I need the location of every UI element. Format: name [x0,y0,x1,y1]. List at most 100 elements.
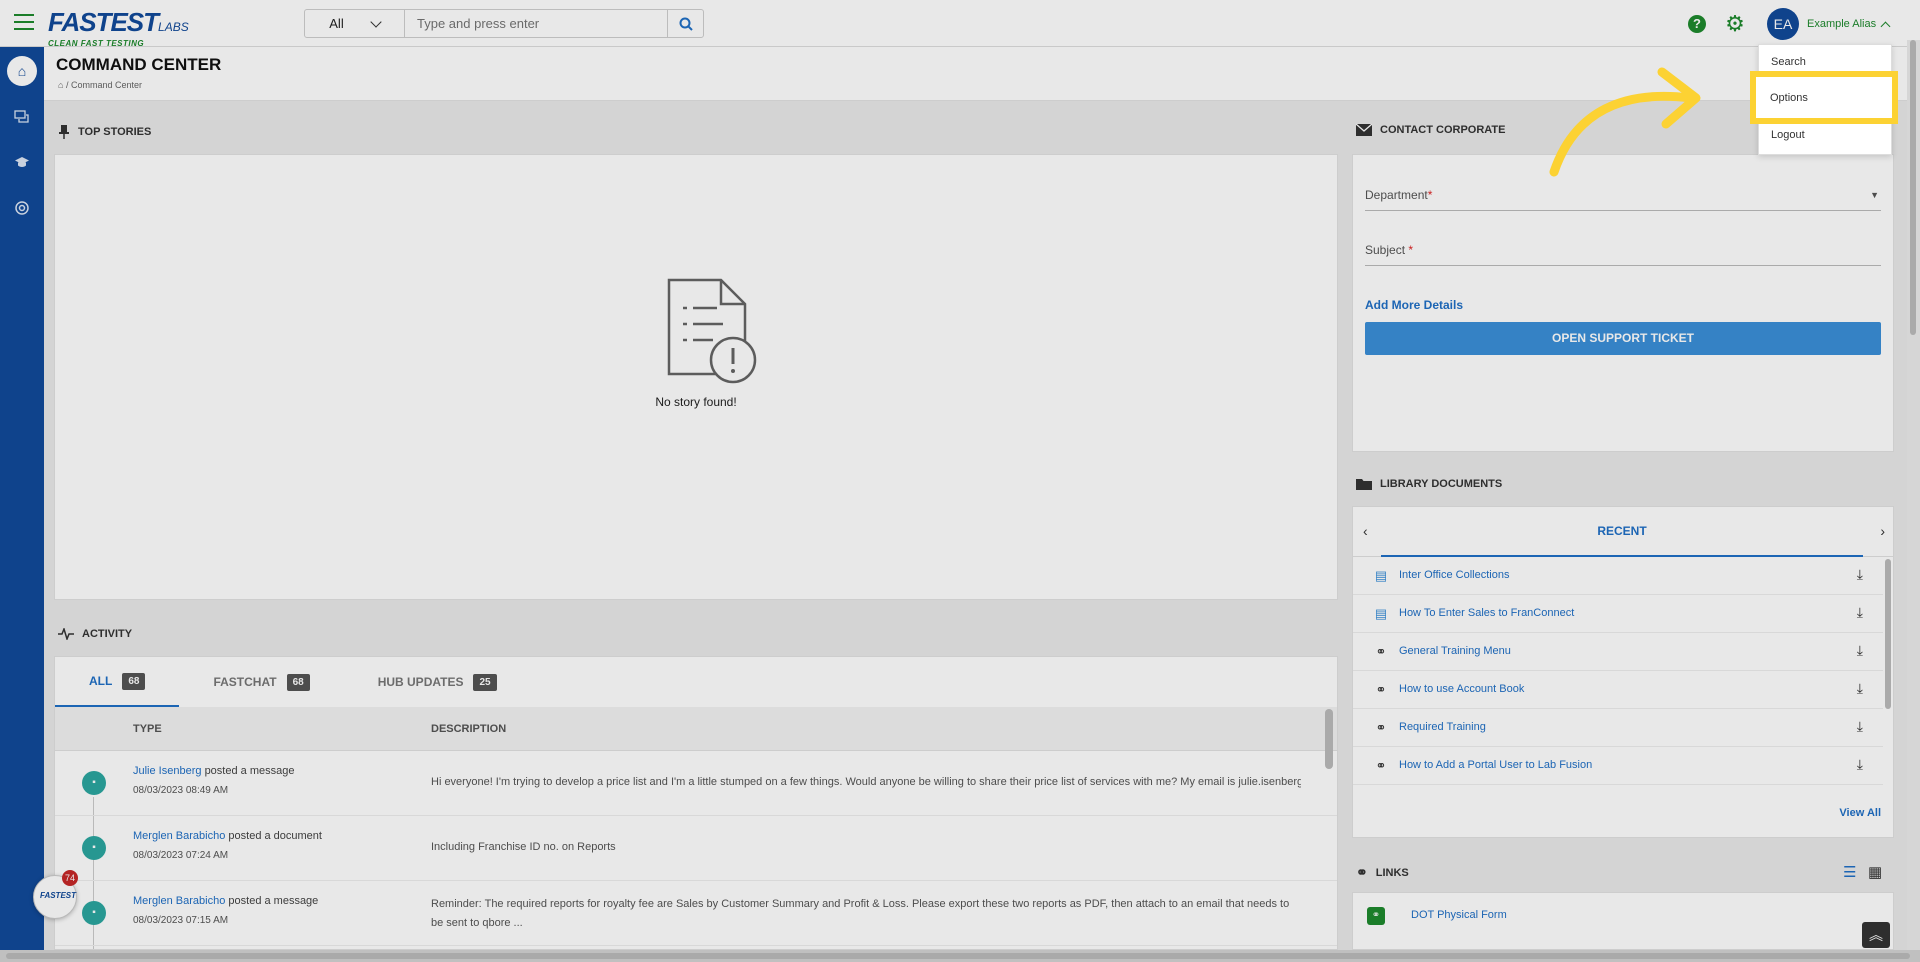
app-logo[interactable]: FASTESTLABS CLEAN FAST TESTING [48,7,189,48]
activity-description: Reminder: The required reports for royal… [431,898,1290,929]
chevron-down-icon [370,15,382,28]
library-item-name[interactable]: General Training Menu [1399,645,1511,657]
contact-panel: Department* ▼ Subject * Add More Details… [1352,154,1894,452]
menu-item-search[interactable]: Search [1771,56,1806,68]
download-icon[interactable]: ⤓ [1857,604,1863,621]
tab-count-badge: 68 [286,673,310,691]
page-vertical-scrollbar[interactable] [1907,40,1920,950]
open-support-ticket-button[interactable]: OPEN SUPPORT TICKET [1365,322,1881,355]
library-scrollbar[interactable] [1885,559,1891,709]
menu-item-options[interactable]: Options [1770,92,1808,104]
hamburger-menu-icon[interactable] [14,14,34,30]
graduation-cap-icon[interactable] [7,147,37,177]
list-item[interactable]: ⚭ How to use Account Book ⤓ [1353,671,1883,709]
list-item[interactable]: ⚭ How to Add a Portal User to Lab Fusion… [1353,747,1883,785]
grid-view-icon[interactable]: ▦ [1868,863,1882,881]
department-select[interactable]: Department* ▼ [1365,188,1881,211]
activity-user-link[interactable]: Merglen Barabicho [133,895,225,907]
user-alias[interactable]: Example Alias [1807,18,1876,30]
library-item-name[interactable]: How to Add a Portal User to Lab Fusion [1399,759,1592,771]
links-panel: ⚭ DOT Physical Form [1352,892,1894,950]
tab-label: ALL [89,674,113,688]
link-icon: ⚭ [1375,682,1387,697]
download-icon[interactable]: ⤓ [1857,642,1863,659]
message-icon: ▪ [82,771,106,795]
contact-title: CONTACT CORPORATE [1380,124,1506,136]
scroll-to-top-button[interactable]: ︽ [1862,922,1890,948]
required-mark: * [1427,188,1433,202]
search-button[interactable] [667,10,703,37]
column-header-description: DESCRIPTION [431,723,507,735]
logo-text: FASTEST [48,7,159,37]
activity-timestamp: 08/03/2023 08:49 AM [133,785,229,796]
tab-fastchat[interactable]: FASTCHAT 68 [179,657,343,707]
top-stories-header: TOP STORIES [58,124,151,140]
links-title: LINKS [1375,866,1409,879]
top-stories-title: TOP STORIES [78,126,152,138]
library-item-name[interactable]: How to use Account Book [1399,683,1524,695]
home-icon[interactable]: ⌂ [7,56,37,86]
top-stories-panel: No story found! [54,154,1338,600]
activity-header: ACTIVITY [58,628,132,640]
download-icon[interactable]: ⤓ [1857,718,1863,735]
activity-description: Including Franchise ID no. on Reports [431,841,616,853]
list-item[interactable]: ▤ How To Enter Sales to FranConnect ⤓ [1353,595,1883,633]
chat-icon[interactable] [7,102,37,132]
add-more-details-link[interactable]: Add More Details [1365,298,1463,312]
envelope-icon [1356,124,1372,136]
gear-icon[interactable]: ⚙ [1724,13,1746,35]
activity-scrollbar[interactable] [1325,709,1333,769]
page-horizontal-scrollbar[interactable] [0,950,1920,962]
activity-action: posted a message [204,765,295,777]
view-all-link[interactable]: View All [1839,807,1881,819]
tab-all[interactable]: ALL 68 [55,657,180,707]
tab-count-badge: 68 [122,672,146,690]
tutorial-arrow-icon [1549,67,1701,177]
empty-document-icon [667,278,757,384]
activity-action: posted a message [228,895,319,907]
chat-count-badge: 74 [62,870,78,886]
link-icon: ⚭ [1375,758,1387,773]
download-icon[interactable]: ⤓ [1857,680,1863,697]
chevron-up-icon[interactable] [1880,21,1891,32]
document-icon: ▪ [82,836,106,860]
link-item-name[interactable]: DOT Physical Form [1411,909,1507,921]
tab-hub-updates[interactable]: HUB UPDATES 25 [344,657,531,707]
activity-user-link[interactable]: Julie Isenberg [133,765,202,777]
breadcrumb-current: / Command Center [65,80,142,90]
lifebuoy-icon[interactable] [7,193,37,223]
activity-title: ACTIVITY [82,628,133,640]
table-row[interactable]: ▪ Julie Isenberg posted a message 08/03/… [55,751,1337,816]
library-panel: ‹ RECENT › ▤ Inter Office Collections ⤓ … [1352,506,1894,838]
page-title: COMMAND CENTER [56,55,222,74]
library-item-name[interactable]: Inter Office Collections [1399,569,1509,581]
empty-stories-message: No story found! [655,395,737,409]
download-icon[interactable]: ⤓ [1857,566,1863,583]
activity-description: Hi everyone! I'm trying to develop a pri… [431,776,1301,788]
chevron-left-icon[interactable]: ‹ [1363,523,1368,539]
link-icon: ⚭ [1356,864,1368,880]
list-view-icon[interactable]: ☰ [1843,863,1856,881]
left-nav-rail: ⌂ [0,47,44,962]
list-item[interactable]: ⚭ General Training Menu ⤓ [1353,633,1883,671]
list-item[interactable]: ⚭ Required Training ⤓ [1353,709,1883,747]
subject-field[interactable]: Subject * [1365,243,1881,266]
table-row[interactable]: ▪ Merglen Barabicho posted a document 08… [55,816,1337,881]
search-scope-select[interactable]: All [305,10,405,37]
library-item-name[interactable]: How To Enter Sales to FranConnect [1399,607,1574,619]
message-icon: ▪ [82,901,106,925]
tab-label: HUB UPDATES [377,675,464,689]
download-icon[interactable]: ⤓ [1857,756,1863,773]
library-item-name[interactable]: Required Training [1399,721,1486,733]
breadcrumb-home-icon[interactable]: ⌂ [58,80,63,90]
list-item[interactable]: ▤ Inter Office Collections ⤓ [1353,557,1883,595]
tab-recent[interactable]: RECENT [1381,507,1863,557]
menu-item-logout[interactable]: Logout [1771,129,1805,141]
chevron-right-icon[interactable]: › [1880,523,1885,539]
help-icon[interactable]: ? [1688,15,1706,33]
caret-down-icon: ▼ [1870,190,1879,200]
table-row[interactable]: ▪ Merglen Barabicho posted a message 08/… [55,881,1337,946]
avatar[interactable]: EA [1767,8,1799,40]
search-input[interactable] [405,10,667,37]
activity-user-link[interactable]: Merglen Barabicho [133,830,225,842]
